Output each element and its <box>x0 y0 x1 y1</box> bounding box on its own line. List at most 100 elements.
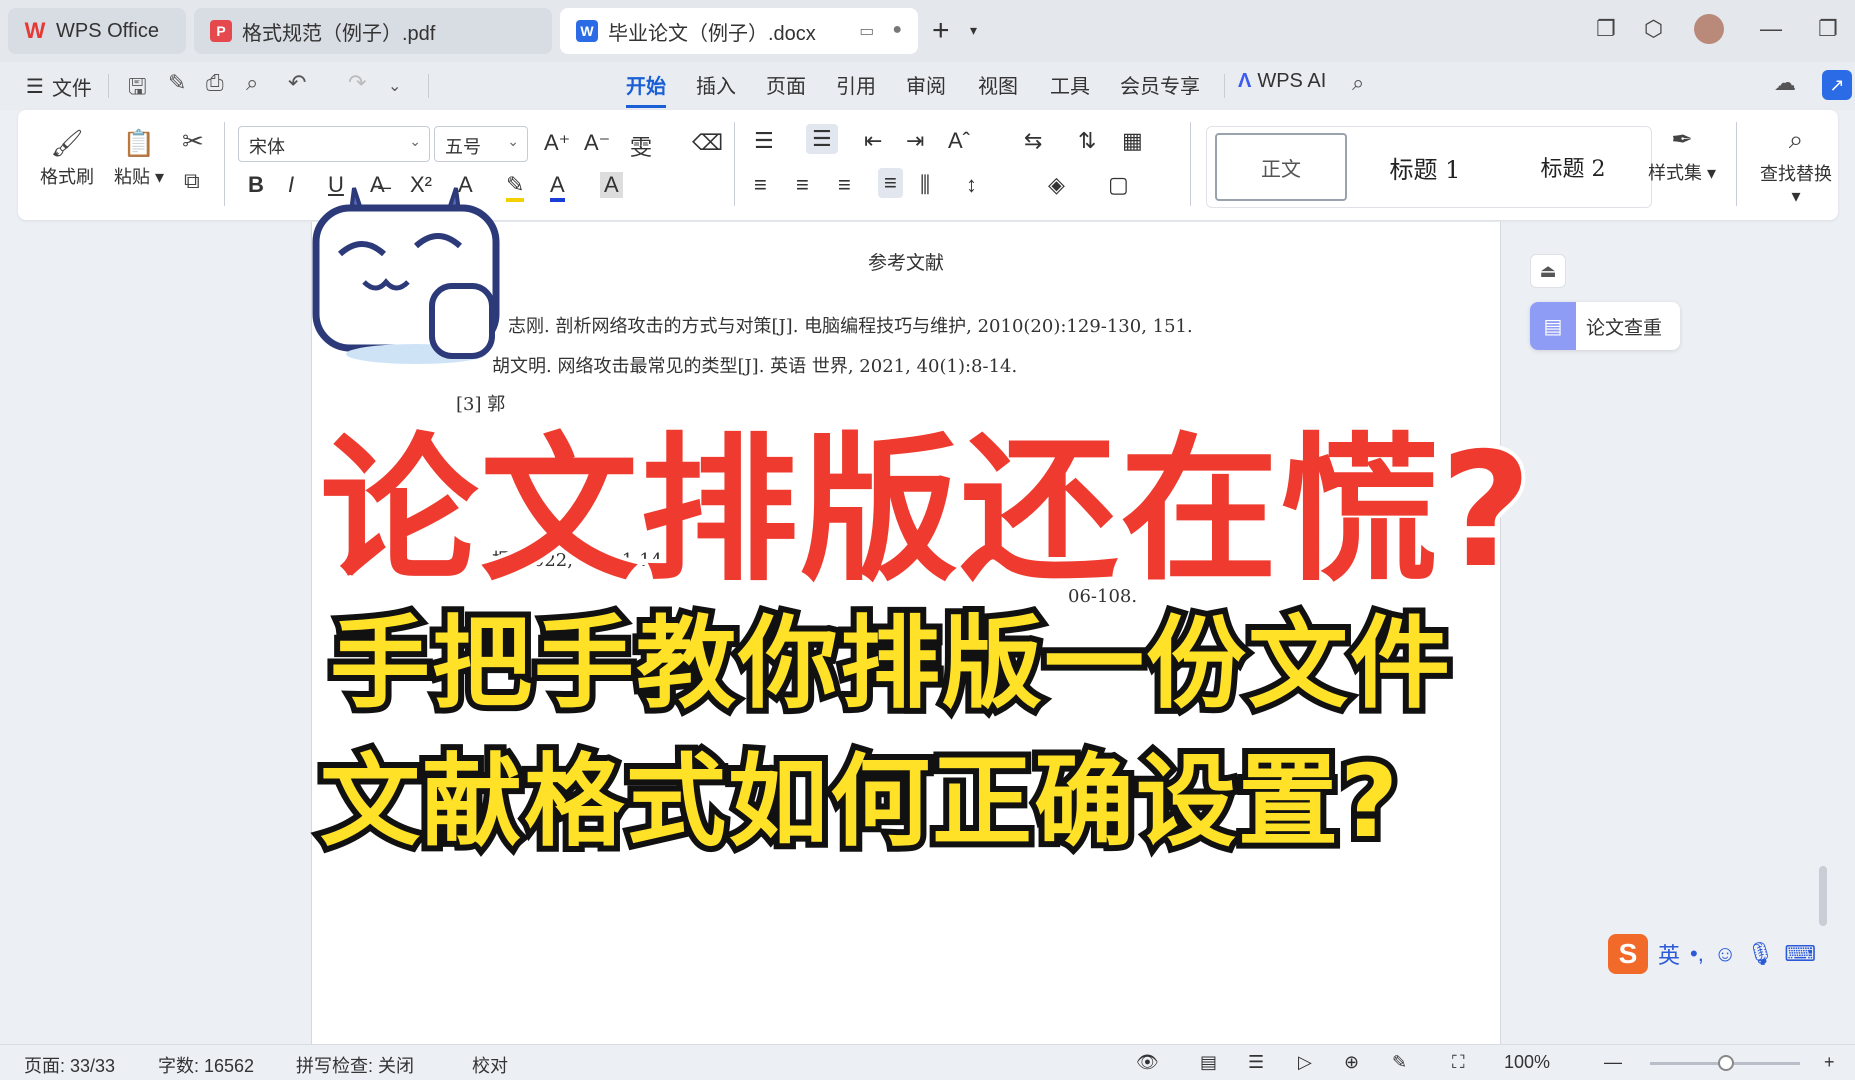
window-layout-icon[interactable]: ❐ <box>1596 16 1616 42</box>
scrollbar-thumb[interactable] <box>1819 866 1827 926</box>
convert-icon[interactable]: ⇆ <box>1024 128 1042 154</box>
divider <box>224 122 225 206</box>
save-icon[interactable]: 🖫 <box>128 70 147 108</box>
style-heading-2[interactable]: 标题 2 <box>1503 133 1643 201</box>
format-painter-button[interactable]: 🖌 格式刷 <box>40 128 94 189</box>
phonetic-guide-icon[interactable]: 雯 <box>630 130 652 162</box>
style-set-button[interactable]: ✒ 样式集 ▾ <box>1648 124 1716 185</box>
print-icon[interactable]: ⎙ <box>206 70 224 96</box>
bold-button[interactable]: B <box>248 172 264 198</box>
cut-icon[interactable]: ✂ <box>182 126 204 161</box>
style-heading-1[interactable]: 标题 1 <box>1355 133 1495 201</box>
align-right-icon[interactable]: ≡ <box>838 172 851 198</box>
page-indicator[interactable]: 页面: 33/33 <box>24 1052 115 1078</box>
minimize-icon[interactable]: — <box>1760 16 1782 42</box>
sort-icon[interactable]: ⇅ <box>1078 128 1096 154</box>
menu-insert[interactable]: 插入 <box>696 70 736 105</box>
menu-member[interactable]: 会员专享 <box>1120 70 1200 105</box>
format-brush-icon[interactable]: ✎ <box>168 70 186 96</box>
cube-icon[interactable]: ⬡ <box>1644 16 1663 42</box>
distribute-icon[interactable]: ⫼ <box>920 172 930 198</box>
menu-page[interactable]: 页面 <box>766 70 806 105</box>
decrease-indent-icon[interactable]: ⇤ <box>864 128 882 154</box>
tab-docx[interactable]: W 毕业论文（例子）.docx ▭ ● <box>560 8 918 54</box>
increase-indent-icon[interactable]: ⇥ <box>906 128 924 154</box>
hamburger-icon: ☰ <box>26 76 44 98</box>
play-icon[interactable]: ▷ <box>1298 1052 1312 1073</box>
menu-references[interactable]: 引用 <box>836 70 876 105</box>
microphone-icon[interactable]: 🎙 <box>1746 941 1774 967</box>
menu-review[interactable]: 审阅 <box>906 70 946 105</box>
divider <box>428 74 429 98</box>
redo-icon[interactable]: ↷ <box>348 70 366 96</box>
pdf-icon: P <box>210 20 232 42</box>
zoom-out-icon[interactable]: — <box>1604 1052 1622 1073</box>
style-normal[interactable]: 正文 <box>1215 133 1347 201</box>
align-center-icon[interactable]: ≡ <box>796 172 809 198</box>
outline-view-icon[interactable]: ☰ <box>1248 1052 1264 1073</box>
font-name-select[interactable]: 宋体 ⌄ <box>238 126 430 162</box>
shrink-font-icon[interactable]: A⁻ <box>584 130 610 156</box>
font-size-select[interactable]: 五号 ⌄ <box>434 126 528 162</box>
ime-mode[interactable]: 英 <box>1658 938 1680 970</box>
ime-toolbar[interactable]: S 英 •, ☺ 🎙 ⌨ <box>1608 934 1816 974</box>
bullet-list-icon[interactable]: ☰ <box>754 128 774 154</box>
ribbon-toolbar: 🖌 格式刷 📋 粘贴 ▾ ✂ ⧉ 宋体 ⌄ 五号 ⌄ A⁺ A⁻ 雯 ⌫ B I U… <box>18 110 1838 220</box>
zoom-slider-knob[interactable] <box>1718 1055 1734 1071</box>
eye-protection-icon[interactable]: 👁 <box>1136 1052 1159 1073</box>
status-bar: 页面: 33/33 字数: 16562 拼写检查: 关闭 校对 👁 ▤ ☰ ▷ … <box>0 1044 1855 1080</box>
find-replace-button[interactable]: ⌕ 查找替换 ▾ <box>1754 124 1838 207</box>
word-doc-icon: W <box>576 20 598 42</box>
text-direction-icon[interactable]: Aˆ <box>948 128 970 154</box>
align-left-icon[interactable]: ≡ <box>754 172 767 198</box>
justify-icon[interactable]: ≡ <box>878 168 903 198</box>
table-icon[interactable]: ▦ <box>1122 128 1143 154</box>
copy-icon[interactable]: ⧉ <box>184 168 200 198</box>
avatar[interactable] <box>1694 14 1724 44</box>
grow-font-icon[interactable]: A⁺ <box>544 130 570 156</box>
word-count[interactable]: 字数: 16562 <box>158 1052 254 1078</box>
unsaved-dot-icon[interactable]: ● <box>892 21 902 41</box>
tab-wps-home[interactable]: W WPS Office <box>8 8 186 54</box>
menu-view[interactable]: 视图 <box>978 70 1018 105</box>
tab-list-chevron-icon[interactable]: ▾ <box>970 22 977 39</box>
web-view-icon[interactable]: ⊕ <box>1344 1052 1359 1073</box>
paste-button[interactable]: 📋 粘贴 ▾ <box>114 128 164 189</box>
punctuation-icon[interactable]: •, <box>1690 941 1704 967</box>
fit-page-icon[interactable]: ⛶ <box>1452 1052 1465 1073</box>
search-icon[interactable]: ⌕ <box>1352 70 1364 96</box>
zoom-level[interactable]: 100% <box>1504 1052 1550 1073</box>
print-preview-icon[interactable]: ⌕ <box>246 70 258 96</box>
proofread-button[interactable]: 校对 <box>472 1052 508 1078</box>
wps-ai-button[interactable]: Λ WPS AI <box>1238 70 1326 93</box>
line-spacing-icon[interactable]: ↕ <box>966 172 977 198</box>
vertical-scrollbar[interactable] <box>1816 230 1830 1020</box>
keyboard-icon[interactable]: ⌨ <box>1784 941 1816 967</box>
borders-icon[interactable]: ▢ <box>1108 172 1129 198</box>
magnifier-icon: ⌕ <box>1788 124 1804 154</box>
tab-pdf[interactable]: P 格式规范（例子）.pdf <box>194 8 552 54</box>
page-view-icon[interactable]: ▤ <box>1200 1052 1217 1073</box>
restore-icon[interactable]: ❐ <box>1818 16 1838 42</box>
zoom-in-icon[interactable]: + <box>1824 1052 1835 1073</box>
pen-icon[interactable]: ✎ <box>1392 1052 1407 1073</box>
numbered-list-icon[interactable]: ☰ <box>806 124 838 154</box>
menu-home[interactable]: 开始 <box>626 70 666 108</box>
clear-format-icon[interactable]: ⌫ <box>692 130 723 156</box>
undo-icon[interactable]: ↶ <box>288 70 306 96</box>
menu-tools[interactable]: 工具 <box>1050 70 1090 105</box>
cloud-icon[interactable]: ☁ <box>1774 70 1796 96</box>
font-color-button[interactable]: A <box>550 172 565 202</box>
spell-check-status[interactable]: 拼写检查: 关闭 <box>296 1052 414 1078</box>
monitor-icon[interactable]: ▭ <box>859 21 874 41</box>
more-chevron-icon[interactable]: ⌄ <box>388 76 401 96</box>
char-shading-button[interactable]: A <box>600 172 623 198</box>
italic-button[interactable]: I <box>288 172 294 198</box>
shading-icon[interactable]: ◈ <box>1048 172 1065 198</box>
emoji-icon[interactable]: ☺ <box>1714 941 1736 967</box>
file-menu-button[interactable]: ☰ 文件 <box>26 72 92 101</box>
share-icon[interactable]: ↗ <box>1822 70 1852 100</box>
paper-check-button[interactable]: ▤ 论文查重 <box>1530 302 1680 350</box>
collapse-panel-button[interactable]: ⏏ <box>1530 254 1566 288</box>
new-tab-button[interactable]: + <box>932 16 950 46</box>
